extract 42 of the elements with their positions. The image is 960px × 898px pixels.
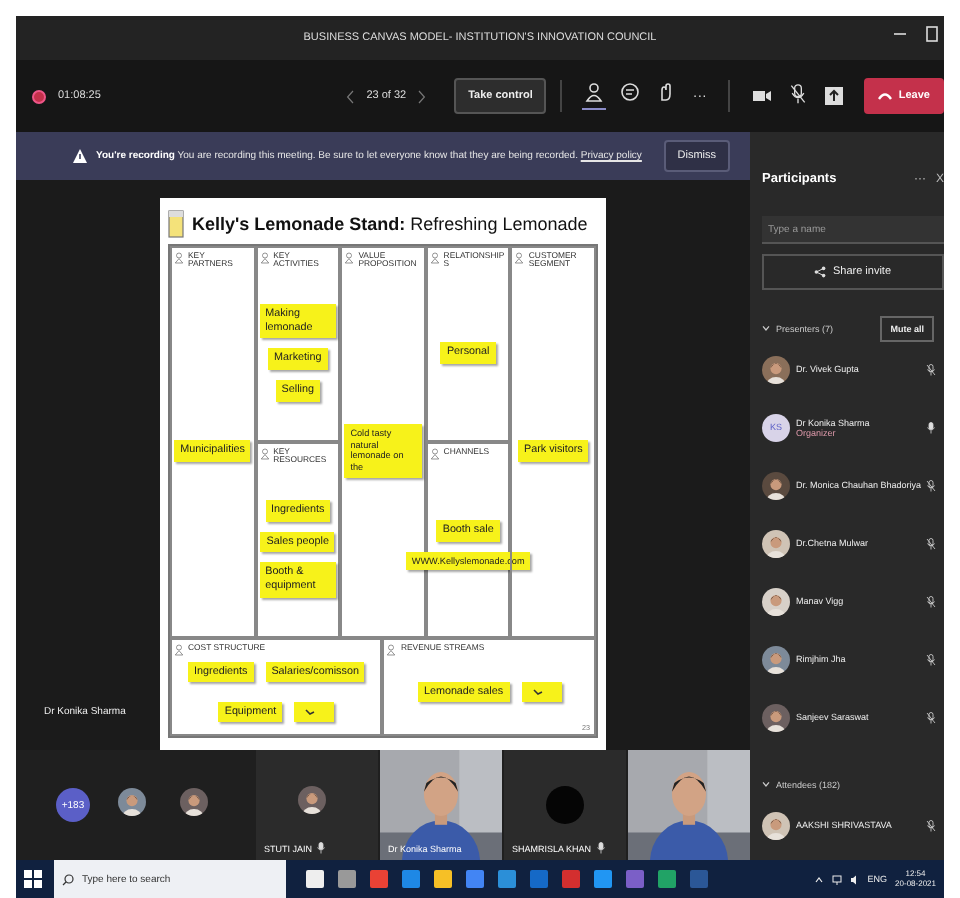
- chevron-icon[interactable]: [762, 780, 770, 788]
- maximize-icon[interactable]: [924, 24, 940, 44]
- sketch-icon: [259, 447, 270, 459]
- muted-mic-icon: [926, 653, 936, 665]
- muted-mic-icon: [926, 819, 936, 831]
- sticky-note: [521, 682, 562, 702]
- sticky-note: [294, 702, 335, 722]
- share-icon: [814, 266, 827, 278]
- windows-start-icon[interactable]: [24, 870, 42, 888]
- recording-icon: [32, 89, 46, 103]
- sketch-icon: [344, 251, 355, 263]
- muted-mic-icon: [788, 84, 809, 104]
- warning-icon: [72, 148, 88, 164]
- sketch-icon: [174, 251, 184, 263]
- search-icon: [62, 873, 74, 885]
- sketch-icon: [429, 251, 440, 263]
- phone-icon: [878, 92, 893, 100]
- muted-mic-icon: [926, 595, 936, 607]
- sketch-icon: [514, 251, 525, 263]
- volume-icon[interactable]: [849, 873, 860, 885]
- network-icon[interactable]: [831, 873, 842, 885]
- sketch-icon: [386, 643, 397, 655]
- camera-icon[interactable]: [752, 86, 773, 106]
- video-tile[interactable]: [628, 750, 750, 860]
- muted-mic-icon: [926, 479, 936, 491]
- mic-icon: [316, 842, 327, 854]
- sketch-icon: [429, 447, 440, 459]
- share-screen-icon[interactable]: [824, 86, 845, 106]
- next-icon[interactable]: [418, 89, 427, 103]
- sketch-icon: [174, 643, 184, 655]
- slide-title: Kelly's Lemonade Stand: Refreshing Lemonade: [192, 213, 588, 233]
- muted-mic-icon: [926, 711, 936, 723]
- mic-icon: [595, 842, 606, 854]
- avatar: [546, 786, 584, 824]
- previous-icon[interactable]: [346, 89, 355, 103]
- mic-icon: [926, 421, 936, 433]
- participants-icon[interactable]: [582, 82, 607, 110]
- sketch-icon: [259, 251, 270, 263]
- chevron-icon[interactable]: [762, 324, 770, 332]
- lemonade-glass-icon: [168, 209, 184, 237]
- muted-mic-icon: [926, 537, 936, 549]
- muted-mic-icon: [926, 363, 936, 375]
